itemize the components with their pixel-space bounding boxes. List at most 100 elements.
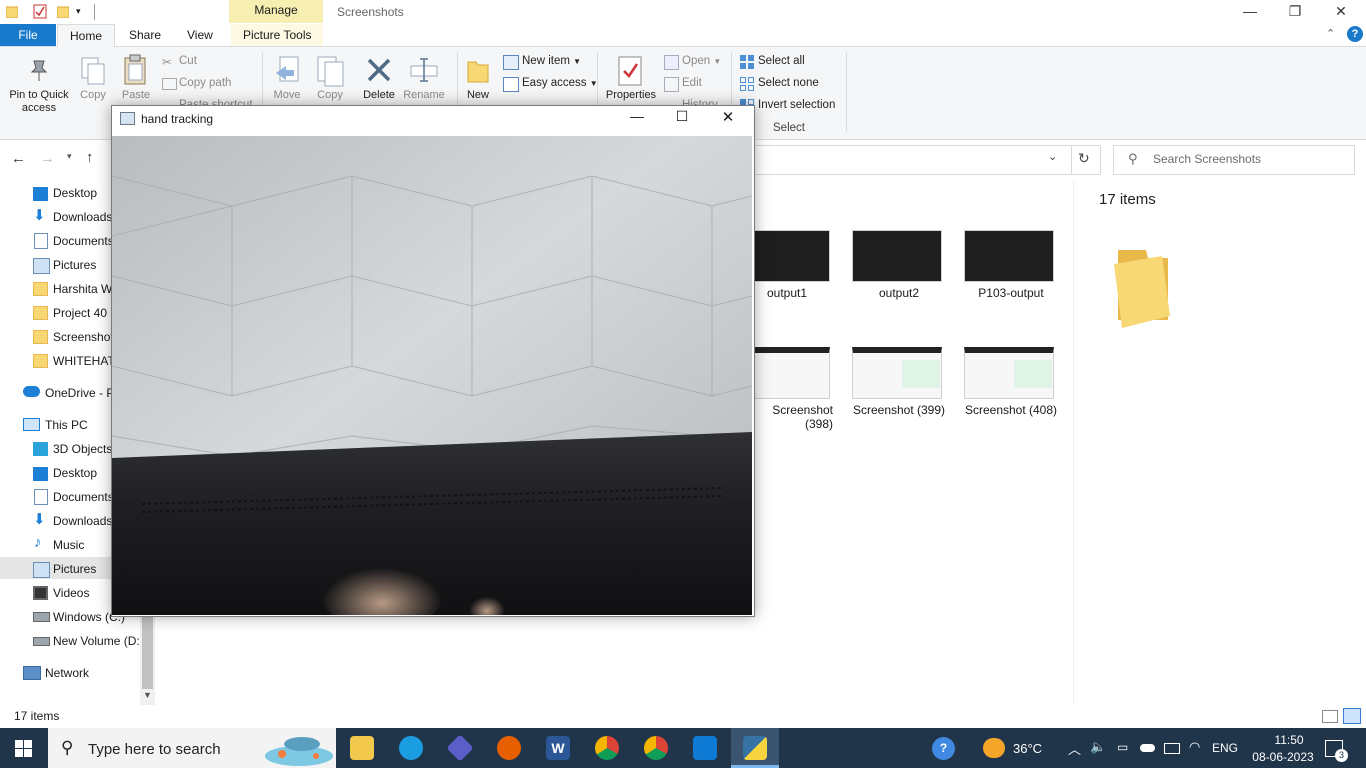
nav-item-network[interactable]: Network xyxy=(45,666,89,680)
file-thumbnail[interactable] xyxy=(964,230,1054,282)
ribbon-separator xyxy=(846,52,847,132)
easy-access-icon xyxy=(503,77,519,92)
desktop-icon xyxy=(33,467,48,481)
paste-button[interactable]: Paste xyxy=(120,89,152,101)
file-thumbnail[interactable] xyxy=(852,230,942,282)
properties-quick-icon[interactable] xyxy=(33,4,47,19)
taskbar-search-input[interactable]: Type here to search xyxy=(88,741,221,758)
nav-item-screenshots[interactable]: Screenshot xyxy=(53,330,111,344)
word-icon[interactable]: W xyxy=(546,736,570,760)
file-name-screenshot-408[interactable]: Screenshot (408) xyxy=(955,403,1067,417)
windows-start-icon[interactable] xyxy=(15,740,32,757)
nav-item-desktop[interactable]: Desktop xyxy=(53,186,97,200)
details-view-icon[interactable] xyxy=(1322,710,1338,723)
python-icon[interactable] xyxy=(743,736,767,760)
nav-item-pictures-pc[interactable]: Pictures xyxy=(53,562,96,576)
open-button[interactable]: Open ▼ xyxy=(682,55,721,67)
edit-icon xyxy=(664,77,679,92)
nav-item-this-pc[interactable]: This PC xyxy=(45,418,88,432)
recent-locations-icon[interactable]: ▾ xyxy=(67,151,72,162)
firefox-icon[interactable] xyxy=(497,736,521,760)
vscode-icon[interactable] xyxy=(693,736,717,760)
weather-temperature[interactable]: 36°C xyxy=(1013,741,1042,756)
manage-context-tab[interactable]: Manage xyxy=(229,0,323,23)
close-button[interactable]: ✕ xyxy=(1318,0,1364,24)
copy-to-button[interactable]: Copy xyxy=(314,89,346,101)
nav-item-downloads[interactable]: Downloads xyxy=(53,210,112,224)
easy-access-button[interactable]: Easy access ▼ xyxy=(522,77,598,89)
file-name-output2[interactable]: output2 xyxy=(843,286,955,300)
tab-home[interactable]: Home xyxy=(57,24,116,48)
clock-date[interactable]: 08-06-2023 xyxy=(1247,750,1319,764)
new-item-button[interactable]: New item ▼ xyxy=(522,55,581,67)
delete-button[interactable]: Delete xyxy=(360,89,398,101)
rename-button[interactable]: Rename xyxy=(402,89,446,101)
pin-icon xyxy=(28,58,50,82)
invert-selection-button[interactable]: Invert selection xyxy=(758,99,835,111)
nav-item-documents-pc[interactable]: Documents xyxy=(53,490,114,504)
file-name-screenshot-399[interactable]: Screenshot (399) xyxy=(843,403,955,417)
forward-arrow-icon[interactable]: → xyxy=(40,150,55,167)
chrome-icon[interactable] xyxy=(644,736,668,760)
tab-share[interactable]: Share xyxy=(117,24,173,46)
cut-button[interactable]: Cut xyxy=(179,55,197,67)
nav-item-harshita[interactable]: Harshita W xyxy=(53,282,111,296)
address-dropdown-icon[interactable]: ⌄ xyxy=(1048,150,1057,163)
nav-item-desktop-pc[interactable]: Desktop xyxy=(53,466,97,480)
hand-tracking-title: hand tracking xyxy=(141,112,214,126)
help-tips-icon[interactable]: ? xyxy=(932,737,955,760)
edit-button[interactable]: Edit xyxy=(682,77,702,89)
nav-item-pictures[interactable]: Pictures xyxy=(53,258,96,272)
edge-browser-icon[interactable] xyxy=(399,736,423,760)
move-to-button[interactable]: Move xyxy=(270,89,304,101)
new-folder-button[interactable]: New xyxy=(463,89,493,101)
clock-time[interactable]: 11:50 xyxy=(1264,733,1314,747)
chrome-profile-k-icon[interactable] xyxy=(595,736,619,760)
restore-button[interactable]: ❐ xyxy=(1272,0,1318,24)
nav-item-downloads-pc[interactable]: Downloads xyxy=(53,514,112,528)
input-language[interactable]: ENG xyxy=(1212,741,1238,755)
new-item-label: New item xyxy=(522,55,570,67)
hand-tracking-maximize-button[interactable]: ☐ xyxy=(671,108,693,125)
nav-item-project-40[interactable]: Project 40 xyxy=(53,306,107,320)
nav-item-3d-objects[interactable]: 3D Objects xyxy=(53,442,112,456)
file-name-screenshot-398[interactable]: Screenshot (398) xyxy=(743,403,833,431)
up-arrow-icon[interactable]: ↑ xyxy=(86,149,94,166)
large-icons-view-icon[interactable] xyxy=(1343,708,1361,724)
tab-view[interactable]: View xyxy=(175,24,225,46)
select-all-button[interactable]: Select all xyxy=(758,55,805,67)
nav-item-music[interactable]: Music xyxy=(53,538,84,552)
copy-button[interactable]: Copy xyxy=(78,89,108,101)
onedrive-tray-icon[interactable] xyxy=(1140,744,1155,752)
hand-tracking-minimize-button[interactable]: — xyxy=(626,108,648,124)
meet-now-icon[interactable]: ▭ xyxy=(1117,740,1128,754)
copy-path-button[interactable]: Copy path xyxy=(179,77,231,89)
properties-button[interactable]: Properties xyxy=(603,89,659,101)
new-folder-quick-icon[interactable] xyxy=(56,5,70,19)
wifi-icon[interactable]: ◠ xyxy=(1189,739,1200,755)
quick-access-dropdown-icon[interactable]: ▾ xyxy=(76,6,81,17)
hand-tracking-close-button[interactable]: ✕ xyxy=(717,108,739,126)
show-hidden-icons-icon[interactable]: ︿ xyxy=(1068,739,1081,758)
refresh-icon[interactable]: ↻ xyxy=(1078,150,1090,167)
nav-item-videos[interactable]: Videos xyxy=(53,586,89,600)
weather-sun-icon[interactable] xyxy=(983,738,1005,758)
nav-item-new-volume-d[interactable]: New Volume (D: xyxy=(53,634,139,648)
nav-item-documents[interactable]: Documents xyxy=(53,234,114,248)
file-explorer-icon[interactable] xyxy=(350,736,374,760)
tab-picture-tools[interactable]: Picture Tools xyxy=(231,24,324,46)
select-none-button[interactable]: Select none xyxy=(758,77,819,89)
search-input[interactable]: Search Screenshots xyxy=(1153,152,1261,166)
tab-file[interactable]: File xyxy=(0,24,56,46)
back-arrow-icon[interactable]: ← xyxy=(11,150,26,167)
nav-item-onedrive[interactable]: OneDrive - P xyxy=(45,386,111,400)
volume-icon[interactable]: 🔈 xyxy=(1090,739,1106,755)
file-name-p103-output[interactable]: P103-output xyxy=(955,286,1067,300)
minimize-button[interactable]: — xyxy=(1227,0,1273,24)
nav-item-whitehat[interactable]: WHITEHAT xyxy=(53,354,111,368)
collapse-ribbon-icon[interactable]: ⌃ xyxy=(1326,27,1335,40)
help-icon[interactable]: ? xyxy=(1347,26,1363,42)
scroll-down-arrow-icon[interactable]: ▼ xyxy=(143,690,152,700)
battery-icon[interactable] xyxy=(1164,743,1180,754)
pin-to-quick-access-button[interactable]: Pin to Quick access xyxy=(4,89,74,115)
